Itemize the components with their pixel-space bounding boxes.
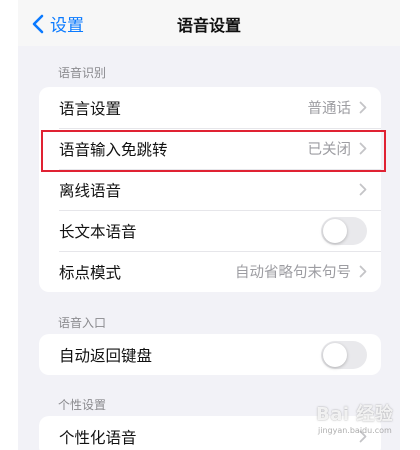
section-header-recognition: 语音识别 bbox=[58, 66, 107, 80]
section-header-personal: 个性设置 bbox=[58, 398, 107, 412]
navigation-bar: 设置 语音设置 bbox=[18, 0, 400, 46]
row-auto-return-keyboard: 自动返回键盘 bbox=[39, 334, 381, 375]
long-text-voice-toggle[interactable] bbox=[321, 216, 367, 245]
voice-settings-screen: 设置 语音设置 语音识别 语言设置 普通话 语音输入免跳转 已关闭 离线语音 长… bbox=[18, 0, 400, 450]
group-entry: 自动返回键盘 bbox=[39, 334, 381, 375]
back-button-label: 设置 bbox=[50, 16, 84, 36]
row-value: 普通话 bbox=[307, 101, 352, 117]
row-label: 自动返回键盘 bbox=[59, 346, 153, 365]
row-label: 语音输入免跳转 bbox=[59, 140, 168, 159]
row-value: 自动省略句末句号 bbox=[235, 265, 351, 281]
chevron-right-icon bbox=[359, 142, 367, 155]
section-header-entry: 语音入口 bbox=[58, 316, 107, 330]
row-voice-input-no-jump[interactable]: 语音输入免跳转 已关闭 bbox=[39, 128, 381, 169]
row-label: 离线语音 bbox=[59, 181, 122, 200]
row-offline-voice[interactable]: 离线语音 bbox=[39, 169, 381, 210]
group-recognition: 语言设置 普通话 语音输入免跳转 已关闭 离线语音 长文本语音 标点模式 自动省… bbox=[39, 87, 381, 292]
row-personalized-voice[interactable]: 个性化语音 bbox=[39, 416, 381, 450]
toggle-knob bbox=[323, 342, 347, 367]
toggle-knob bbox=[323, 218, 347, 243]
back-button[interactable]: 设置 bbox=[32, 11, 84, 36]
auto-return-keyboard-toggle[interactable] bbox=[321, 340, 367, 369]
chevron-right-icon bbox=[359, 430, 367, 443]
row-punctuation-mode[interactable]: 标点模式 自动省略句末句号 bbox=[39, 251, 381, 292]
chevron-right-icon bbox=[359, 183, 367, 196]
chevron-right-icon bbox=[359, 101, 367, 114]
row-label: 标点模式 bbox=[59, 263, 122, 282]
row-label: 个性化语音 bbox=[59, 428, 137, 447]
row-long-text-voice: 长文本语音 bbox=[39, 210, 381, 251]
row-label: 语言设置 bbox=[59, 99, 122, 118]
chevron-left-icon bbox=[32, 14, 44, 33]
group-personal: 个性化语音 bbox=[39, 416, 381, 450]
row-value: 已关闭 bbox=[307, 142, 352, 158]
row-label: 长文本语音 bbox=[59, 222, 137, 241]
chevron-right-icon bbox=[359, 265, 367, 278]
row-language-setting[interactable]: 语言设置 普通话 bbox=[39, 87, 381, 128]
